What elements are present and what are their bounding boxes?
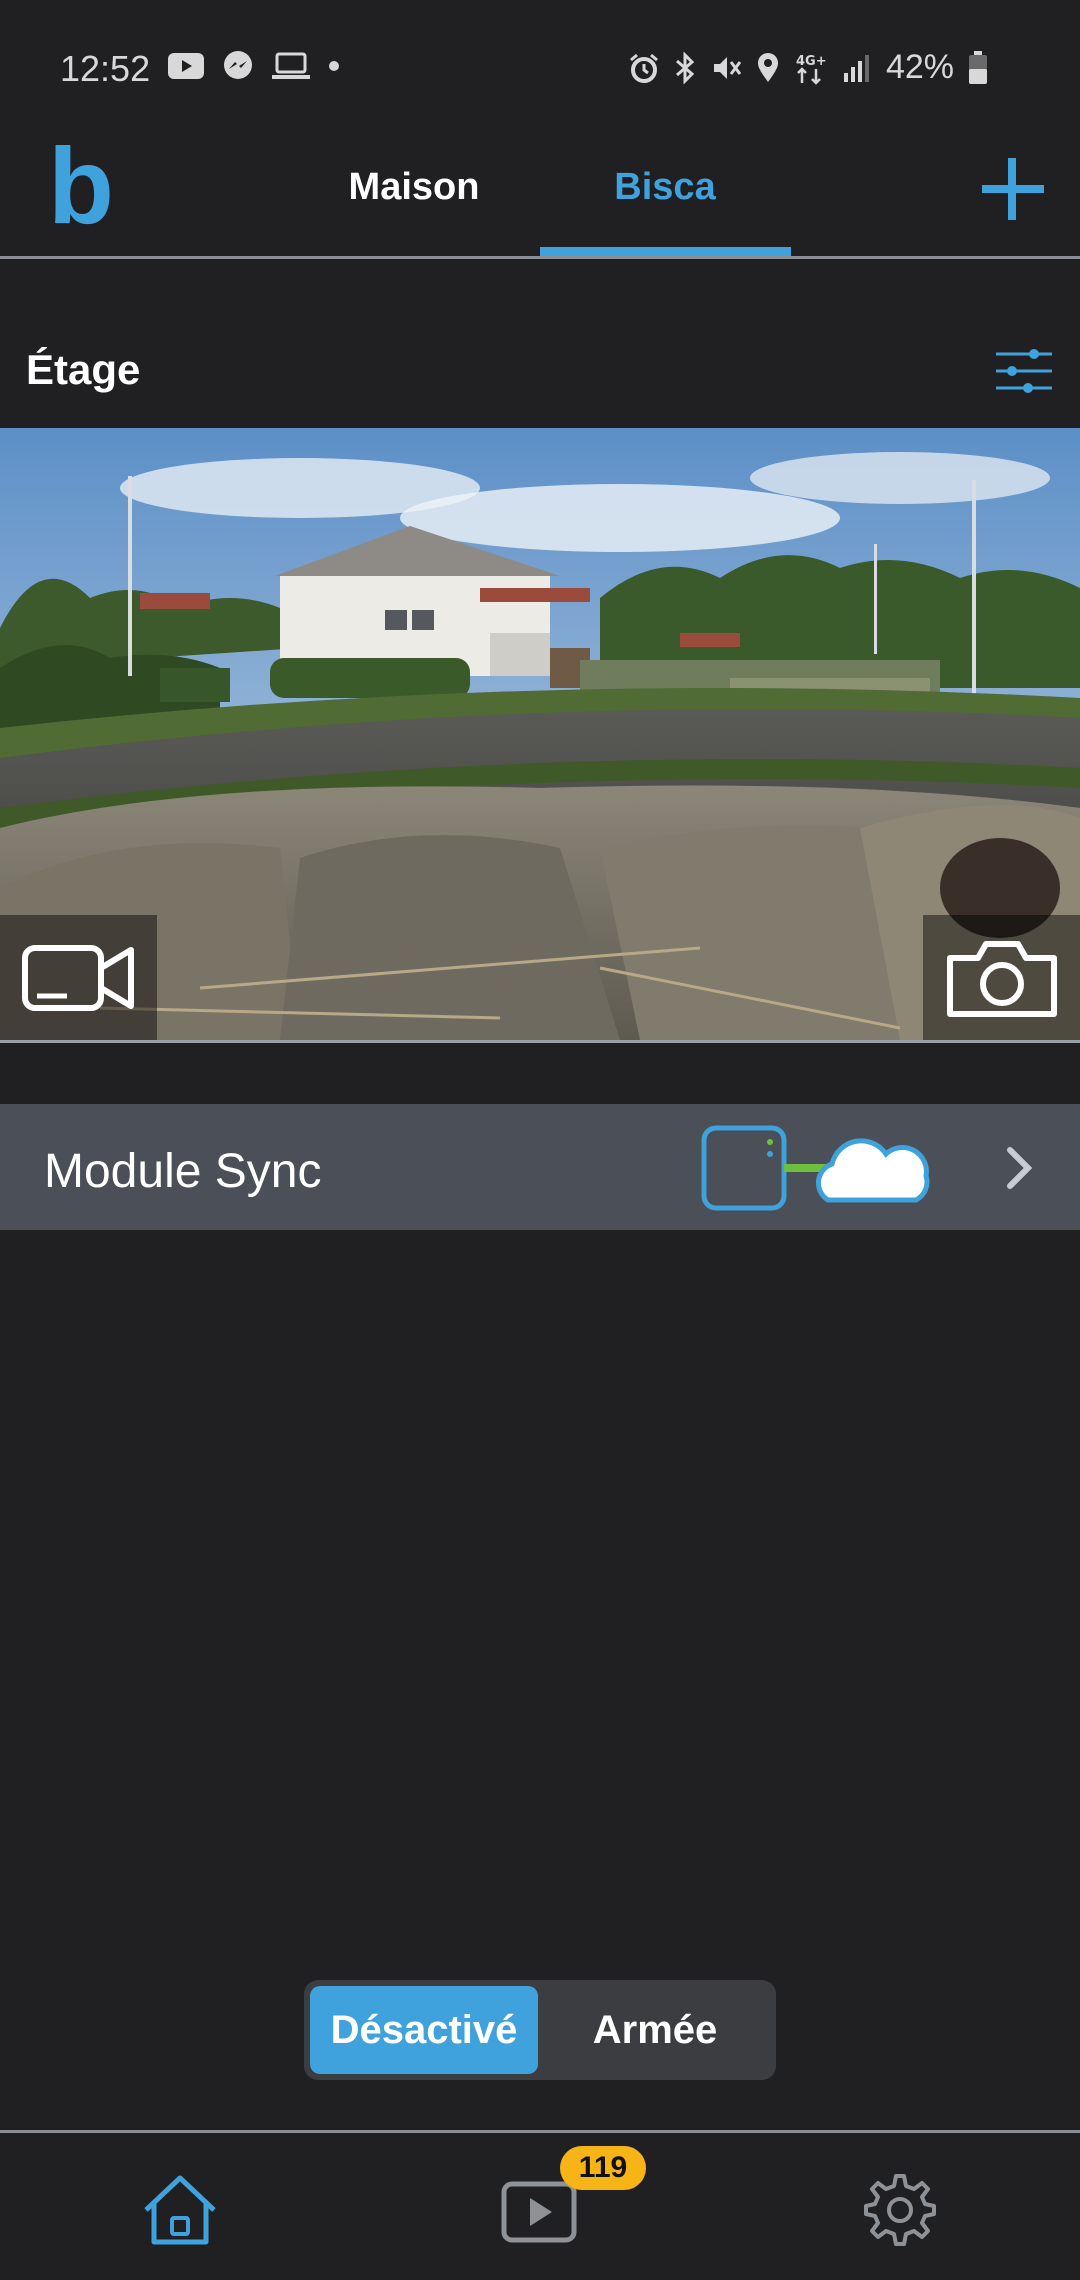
chevron-right-icon [1007,1147,1033,1189]
section-title: Étage [26,346,141,393]
signal-icon [843,54,869,82]
disarmed-button[interactable]: Désactivé [310,1986,538,2074]
video-camera-icon [21,944,134,1011]
clips-count-badge: 119 [560,2146,646,2190]
location-icon [757,52,778,82]
filter-icon[interactable] [994,346,1054,396]
sync-status-graphic [701,1125,930,1211]
app-header: b Maison Bisca [0,132,1080,258]
status-time: 12:52 [60,48,151,89]
bluetooth-icon [675,51,695,84]
armed-button[interactable]: Armée [540,1986,770,2074]
arm-mode-toggle: Désactivé Armée [304,1980,776,2080]
camera-snapshot-image [0,428,1080,1040]
network-4g-icon: 4G+ [796,54,827,85]
svg-text:4G+: 4G+ [796,54,827,69]
cloud-icon [815,1138,930,1203]
home-icon[interactable] [140,2170,220,2250]
dot-icon [329,61,339,71]
battery-percent: 42% [885,48,954,86]
tab-bisca[interactable]: Bisca [540,166,790,209]
header-divider [0,256,1080,259]
active-tab-indicator [540,247,791,256]
status-notification-icons [168,50,340,82]
battery-icon [969,50,987,84]
mute-icon [713,56,742,79]
messenger-icon [224,51,252,79]
youtube-icon [168,53,204,79]
snapshot-button[interactable] [923,915,1080,1040]
status-bar: 12:52 4G+ 42% [0,0,1080,140]
gear-icon[interactable] [860,2170,940,2250]
sync-module-label: Module Sync [44,1145,322,1198]
sync-module-row[interactable]: Module Sync [0,1104,1080,1230]
alarm-icon [629,53,658,83]
bottom-nav-divider [0,2130,1080,2133]
record-video-button[interactable] [0,915,157,1040]
add-icon[interactable] [974,150,1052,228]
blink-logo: b [48,125,114,246]
sync-module-icon [701,1125,787,1211]
camera-thumbnail[interactable] [0,428,1080,1043]
tab-maison[interactable]: Maison [289,166,539,209]
camera-icon [946,940,1057,1017]
status-system-icons: 4G+ 42% [628,48,988,87]
laptop-icon [272,52,310,79]
